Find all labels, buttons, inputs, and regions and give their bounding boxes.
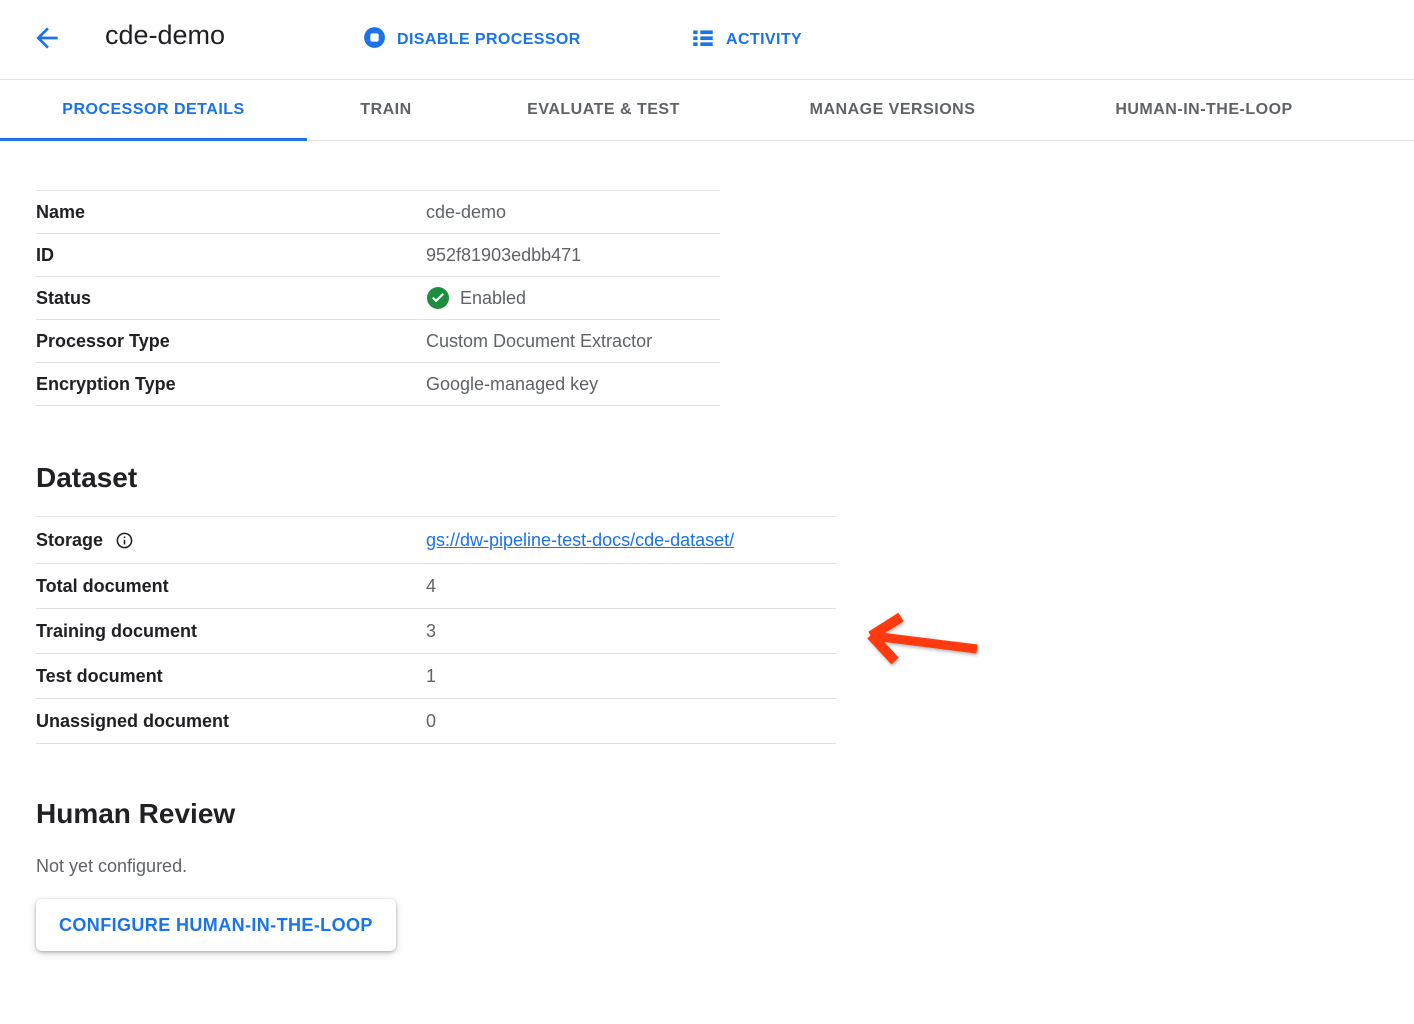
dataset-table: Storage gs://dw-pipeline-test-docs/cde-d… bbox=[36, 516, 836, 744]
row-value: 4 bbox=[426, 576, 436, 597]
dataset-heading: Dataset bbox=[36, 462, 1414, 494]
table-row-id: ID 952f81903edbb471 bbox=[36, 234, 720, 277]
status-text: Enabled bbox=[460, 288, 526, 309]
row-label: Total document bbox=[36, 576, 426, 597]
table-row-test-document: Test document 1 bbox=[36, 654, 836, 699]
disable-processor-button[interactable]: DISABLE PROCESSOR bbox=[362, 0, 581, 80]
row-value: 952f81903edbb471 bbox=[426, 245, 581, 266]
row-value: 1 bbox=[426, 666, 436, 687]
tab-processor-details[interactable]: PROCESSOR DETAILS bbox=[0, 80, 307, 140]
tab-manage-versions[interactable]: MANAGE VERSIONS bbox=[742, 80, 1043, 140]
main-content: Name cde-demo ID 952f81903edbb471 Status… bbox=[0, 141, 1414, 951]
row-label: Status bbox=[36, 288, 426, 309]
list-icon bbox=[690, 25, 716, 56]
row-label: Encryption Type bbox=[36, 374, 426, 395]
activity-button[interactable]: ACTIVITY bbox=[690, 0, 802, 80]
row-value: Enabled bbox=[426, 286, 526, 310]
configure-human-in-the-loop-button[interactable]: CONFIGURE HUMAN-IN-THE-LOOP bbox=[36, 899, 396, 951]
table-row-unassigned-document: Unassigned document 0 bbox=[36, 699, 836, 744]
row-value: gs://dw-pipeline-test-docs/cde-dataset/ bbox=[426, 530, 734, 551]
row-label: Test document bbox=[36, 666, 426, 687]
row-value: Custom Document Extractor bbox=[426, 331, 652, 352]
table-row-total-document: Total document 4 bbox=[36, 564, 836, 609]
tab-human-in-the-loop[interactable]: HUMAN-IN-THE-LOOP bbox=[1043, 80, 1365, 140]
row-label: Training document bbox=[36, 621, 426, 642]
app-header: cde-demo DISABLE PROCESSOR ACTIVITY bbox=[0, 0, 1414, 80]
table-row-training-document: Training document 3 bbox=[36, 609, 836, 654]
processor-info-table: Name cde-demo ID 952f81903edbb471 Status… bbox=[36, 190, 720, 406]
page-title: cde-demo bbox=[105, 20, 225, 51]
processor-details-page: { "header": { "title": "cde-demo", "disa… bbox=[0, 0, 1414, 1024]
row-label: Name bbox=[36, 202, 426, 223]
row-value: cde-demo bbox=[426, 202, 506, 223]
tab-bar: PROCESSOR DETAILS TRAIN EVALUATE & TEST … bbox=[0, 80, 1414, 141]
tab-train[interactable]: TRAIN bbox=[307, 80, 465, 140]
table-row-status: Status Enabled bbox=[36, 277, 720, 320]
table-row-processor-type: Processor Type Custom Document Extractor bbox=[36, 320, 720, 363]
table-row-encryption-type: Encryption Type Google-managed key bbox=[36, 363, 720, 406]
human-review-status: Not yet configured. bbox=[36, 856, 1414, 877]
activity-label: ACTIVITY bbox=[726, 31, 802, 49]
row-label: Unassigned document bbox=[36, 711, 426, 732]
row-value: Google-managed key bbox=[426, 374, 598, 395]
info-icon[interactable] bbox=[115, 531, 134, 550]
row-label: ID bbox=[36, 245, 426, 266]
back-button[interactable] bbox=[30, 22, 64, 56]
row-value: 3 bbox=[426, 621, 436, 642]
row-value: 0 bbox=[426, 711, 436, 732]
stop-circle-icon bbox=[362, 25, 387, 55]
human-review-heading: Human Review bbox=[36, 798, 1414, 830]
check-circle-icon bbox=[426, 286, 450, 310]
tab-evaluate-test[interactable]: EVALUATE & TEST bbox=[465, 80, 742, 140]
table-row-name: Name cde-demo bbox=[36, 191, 720, 234]
arrow-back-icon bbox=[31, 42, 63, 57]
row-label: Storage bbox=[36, 530, 426, 551]
row-label: Processor Type bbox=[36, 331, 426, 352]
storage-link[interactable]: gs://dw-pipeline-test-docs/cde-dataset/ bbox=[426, 530, 734, 551]
storage-label: Storage bbox=[36, 530, 103, 551]
disable-processor-label: DISABLE PROCESSOR bbox=[397, 31, 581, 49]
table-row-storage: Storage gs://dw-pipeline-test-docs/cde-d… bbox=[36, 517, 836, 564]
